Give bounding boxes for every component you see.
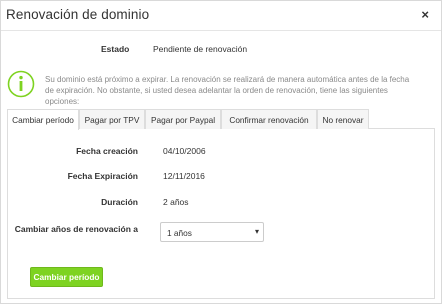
renewal-years-selected: 1 años [167, 228, 192, 238]
change-period-button[interactable]: Cambiar período [30, 267, 103, 287]
creation-date-value: 04/10/2006 [163, 146, 206, 156]
tab-bar: Cambiar período Pagar por TPV Pagar por … [7, 109, 435, 130]
close-icon[interactable]: × [421, 8, 429, 22]
tab-no-renovar[interactable]: No renovar [317, 109, 369, 129]
expiration-date-label: Fecha Expiración [67, 171, 138, 181]
info-message: Su dominio está próximo a expirar. La re… [45, 75, 410, 106]
tab-cambiar-periodo[interactable]: Cambiar período [7, 109, 79, 130]
status-value: Pendiente de renovación [153, 44, 248, 54]
status-label: Estado [101, 44, 130, 54]
info-icon [7, 70, 35, 98]
renewal-years-select[interactable]: 1 años ▾ [160, 222, 264, 242]
chevron-down-icon: ▾ [254, 227, 259, 236]
tab-pagar-paypal[interactable]: Pagar por Paypal [145, 109, 221, 129]
creation-date-label: Fecha creación [76, 146, 138, 156]
renewal-years-label: Cambiar años de renovación a [14, 224, 138, 234]
duration-label: Duración [101, 197, 138, 207]
renewal-dialog: Renovación de dominio × Estado Pendiente… [0, 0, 442, 304]
duration-value: 2 años [163, 197, 189, 207]
dialog-header: Renovación de dominio × [1, 1, 441, 31]
dialog-title: Renovación de dominio [6, 7, 150, 22]
tab-confirmar-renovacion[interactable]: Confirmar renovación [221, 109, 317, 129]
tab-pagar-tpv[interactable]: Pagar por TPV [79, 109, 145, 129]
expiration-date-value: 12/11/2016 [163, 171, 205, 181]
